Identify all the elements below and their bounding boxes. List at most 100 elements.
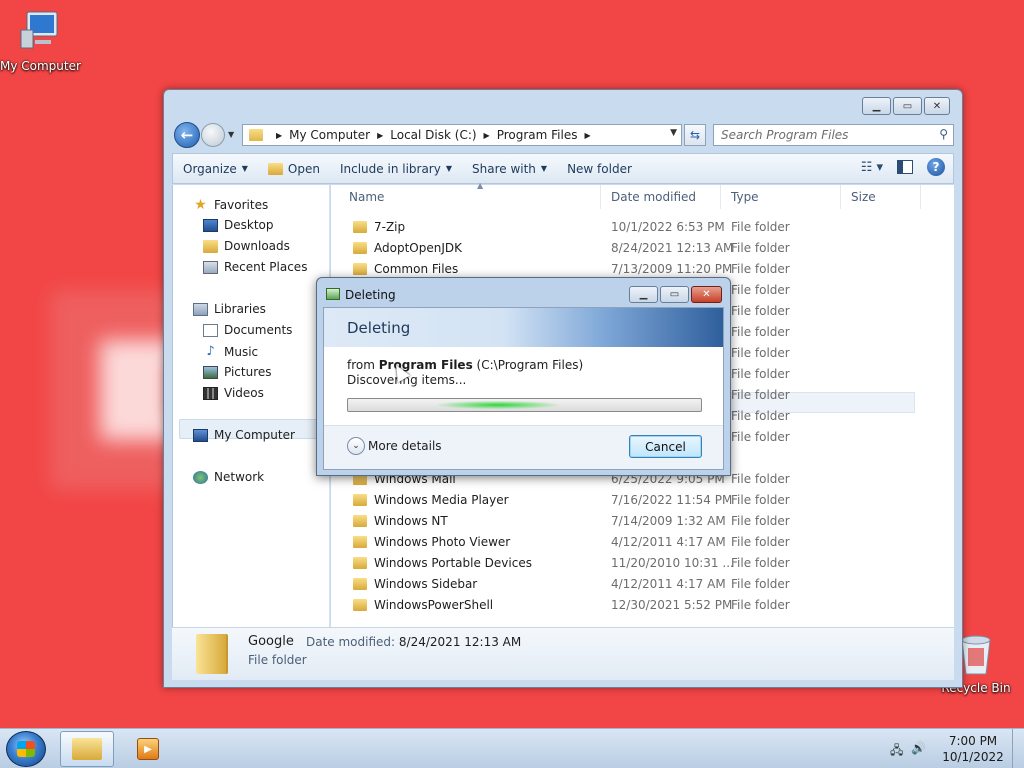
refresh-button[interactable]: ⇆ — [684, 124, 706, 146]
organize-button[interactable]: Organize ▼ — [173, 154, 258, 183]
minimize-button[interactable]: ▁ — [862, 97, 891, 115]
folder-icon — [353, 598, 367, 611]
file-name: WindowsPowerShell — [374, 597, 494, 612]
nav-item-my-computer[interactable]: My Computer — [193, 428, 295, 442]
computer-icon — [193, 428, 208, 442]
folder-icon — [249, 129, 263, 141]
address-history-dropdown[interactable]: ▼ — [670, 128, 677, 138]
deleting-dialog: Deleting ▁ ▭ ✕ Deleting from Program Fil… — [316, 277, 731, 476]
nav-label: Pictures — [224, 365, 272, 379]
file-name: Windows Portable Devices — [374, 555, 532, 570]
new-folder-button[interactable]: New folder — [557, 154, 642, 183]
nav-item-downloads[interactable]: Downloads — [203, 239, 290, 253]
include-in-library-label: Include in library — [339, 161, 441, 176]
table-row[interactable]: Windows Sidebar 4/12/2011 4:17 AM File fol… — [339, 573, 919, 594]
address-bar[interactable]: ▶ My Computer ▶ Local Disk (C:) ▶ Progra… — [242, 124, 682, 146]
file-type: File folder — [731, 219, 790, 234]
table-row[interactable]: Windows Photo Viewer 4/12/2011 4:17 AM Fil… — [339, 531, 919, 552]
file-type: File folder — [731, 492, 790, 507]
folder-icon — [353, 493, 367, 506]
breadcrumb-separator[interactable]: ▶ — [484, 131, 490, 140]
computer-icon — [20, 11, 58, 49]
address-row: ← ▼ ▶ My Computer ▶ Local Disk (C:) ▶ Pr… — [172, 120, 954, 148]
include-in-library-button[interactable]: Include in library ▼ — [330, 154, 462, 183]
table-row[interactable]: Windows Media Player 7/16/2022 11:54 PM Fi… — [339, 489, 919, 510]
close-button[interactable]: ✕ — [924, 97, 950, 115]
breadcrumb-my-computer[interactable]: My Computer — [289, 128, 370, 142]
breadcrumb-separator[interactable]: ▶ — [377, 131, 383, 140]
table-row[interactable]: AdoptOpenJDK 8/24/2021 12:13 AM File folde… — [339, 237, 919, 258]
maximize-button[interactable]: ▭ — [893, 97, 922, 115]
column-header-name[interactable]: Name ▲ — [339, 181, 601, 209]
taskbar: ▶ 🖧 🔊 7:00 PM 10/1/2022 — [0, 728, 1024, 768]
table-row[interactable]: Windows Portable Devices 11/20/2010 10:31… — [339, 552, 919, 573]
maximize-button[interactable]: ▭ — [660, 286, 689, 303]
nav-item-favorites[interactable]: ★ Favorites — [193, 197, 268, 213]
nav-item-recent-places[interactable]: Recent Places — [203, 260, 307, 274]
cancel-button[interactable]: Cancel — [629, 435, 702, 458]
nav-label: Libraries — [214, 302, 266, 316]
start-button[interactable] — [6, 731, 46, 767]
file-type: File folder — [731, 366, 790, 381]
forward-button[interactable] — [201, 123, 225, 147]
file-type: File folder — [731, 597, 790, 612]
breadcrumb-separator[interactable]: ▶ — [584, 131, 590, 140]
file-type: File folder — [731, 240, 790, 255]
breadcrumb-local-disk[interactable]: Local Disk (C:) — [390, 128, 476, 142]
share-with-label: Share with — [472, 161, 536, 176]
folder-icon — [353, 514, 367, 527]
file-type: File folder — [731, 513, 790, 528]
nav-item-music[interactable]: ♪ Music — [203, 344, 258, 359]
share-with-button[interactable]: Share with ▼ — [462, 154, 557, 183]
column-header-date[interactable]: Date modified — [601, 185, 721, 209]
table-row[interactable]: WindowsPowerShell 12/30/2021 5:52 PM File … — [339, 594, 919, 615]
file-name: Windows Photo Viewer — [374, 534, 511, 549]
desktop-icon — [203, 218, 218, 232]
chevron-down-icon: ⌄ — [347, 437, 365, 455]
more-details-toggle[interactable]: ⌄ More details — [347, 437, 442, 455]
nav-item-network[interactable]: Network — [193, 470, 264, 484]
volume-icon[interactable]: 🔊 — [911, 741, 926, 762]
preview-pane-icon[interactable] — [897, 160, 913, 174]
nav-label: Videos — [224, 386, 264, 400]
file-date: 12/30/2021 5:52 PM — [611, 597, 733, 612]
table-row[interactable]: Windows NT 7/14/2009 1:32 AM File folder — [339, 510, 919, 531]
nav-label: Music — [224, 344, 259, 359]
search-input[interactable]: Search Program Files ⚲ — [713, 124, 954, 146]
open-folder-icon — [267, 162, 283, 175]
change-view-icon[interactable]: ☷ ▾ — [861, 160, 883, 175]
desktop-icon-my-computer[interactable]: My Computer — [0, 8, 81, 73]
minimize-button[interactable]: ▁ — [629, 286, 658, 303]
table-row[interactable]: Common Files 7/13/2009 11:20 PM File folde… — [339, 258, 919, 279]
recent-places-icon — [203, 260, 218, 274]
open-button[interactable]: Open — [258, 154, 330, 183]
file-type: File folder — [731, 471, 790, 486]
nav-item-desktop[interactable]: Desktop — [203, 218, 274, 232]
clock-time: 7:00 PM — [948, 734, 998, 748]
show-desktop-button[interactable] — [1012, 729, 1024, 768]
nav-item-libraries[interactable]: Libraries — [193, 302, 266, 316]
network-tray-icon[interactable]: 🖧 — [890, 741, 903, 762]
column-header-type[interactable]: Type — [721, 185, 841, 209]
nav-item-documents[interactable]: Documents — [203, 323, 292, 337]
recent-pages-dropdown[interactable]: ▼ — [228, 130, 234, 139]
column-label: Name — [349, 190, 385, 204]
back-button[interactable]: ← — [174, 122, 200, 148]
column-label: Size — [851, 190, 876, 204]
nav-item-pictures[interactable]: Pictures — [203, 365, 272, 379]
breadcrumb-separator[interactable]: ▶ — [276, 131, 282, 140]
column-header-size[interactable]: Size — [841, 185, 921, 209]
help-icon[interactable]: ? — [927, 158, 945, 176]
window-caption-buttons: ▁ ▭ ✕ — [862, 97, 950, 115]
taskbar-media-player-button[interactable]: ▶ — [124, 731, 172, 767]
taskbar-explorer-button[interactable] — [60, 731, 114, 767]
search-icon[interactable]: ⚲ — [939, 127, 948, 141]
sort-ascending-icon: ▲ — [477, 181, 484, 190]
nav-item-videos[interactable]: Videos — [203, 386, 264, 400]
close-button[interactable]: ✕ — [691, 286, 722, 303]
clock[interactable]: 7:00 PM 10/1/2022 — [940, 733, 1006, 765]
file-name: AdoptOpenJDK — [374, 240, 462, 255]
table-row[interactable]: 7-Zip 10/1/2022 6:53 PM File folder — [339, 216, 919, 237]
details-type: File folder — [248, 653, 307, 667]
breadcrumb-program-files[interactable]: Program Files — [497, 128, 578, 142]
